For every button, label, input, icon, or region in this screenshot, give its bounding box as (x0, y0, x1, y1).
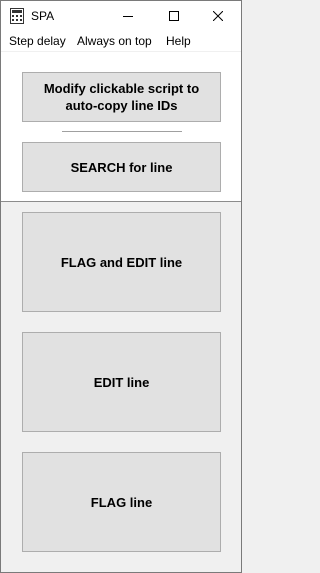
close-icon (213, 11, 223, 21)
modify-script-button[interactable]: Modify clickable script to auto-copy lin… (22, 72, 221, 122)
menu-help[interactable]: Help (166, 34, 191, 48)
title-bar[interactable]: SPA (1, 1, 241, 31)
upper-panel: Modify clickable script to auto-copy lin… (1, 52, 241, 202)
flag-line-button[interactable]: FLAG line (22, 452, 221, 552)
maximize-button[interactable] (151, 1, 197, 31)
minimize-icon (123, 16, 133, 17)
close-button[interactable] (195, 1, 241, 31)
window-title: SPA (31, 9, 55, 23)
edit-line-button[interactable]: EDIT line (22, 332, 221, 432)
app-window: SPA Step delay Always on top Help Modify… (0, 0, 242, 573)
menu-step-delay[interactable]: Step delay (9, 34, 66, 48)
menu-always-on-top[interactable]: Always on top (77, 34, 152, 48)
search-line-button[interactable]: SEARCH for line (22, 142, 221, 192)
menu-bar: Step delay Always on top Help (1, 31, 241, 52)
calculator-grid-icon (10, 8, 24, 24)
flag-and-edit-line-button[interactable]: FLAG and EDIT line (22, 212, 221, 312)
minimize-button[interactable] (105, 1, 151, 31)
maximize-icon (169, 11, 179, 21)
separator-line (62, 131, 182, 133)
